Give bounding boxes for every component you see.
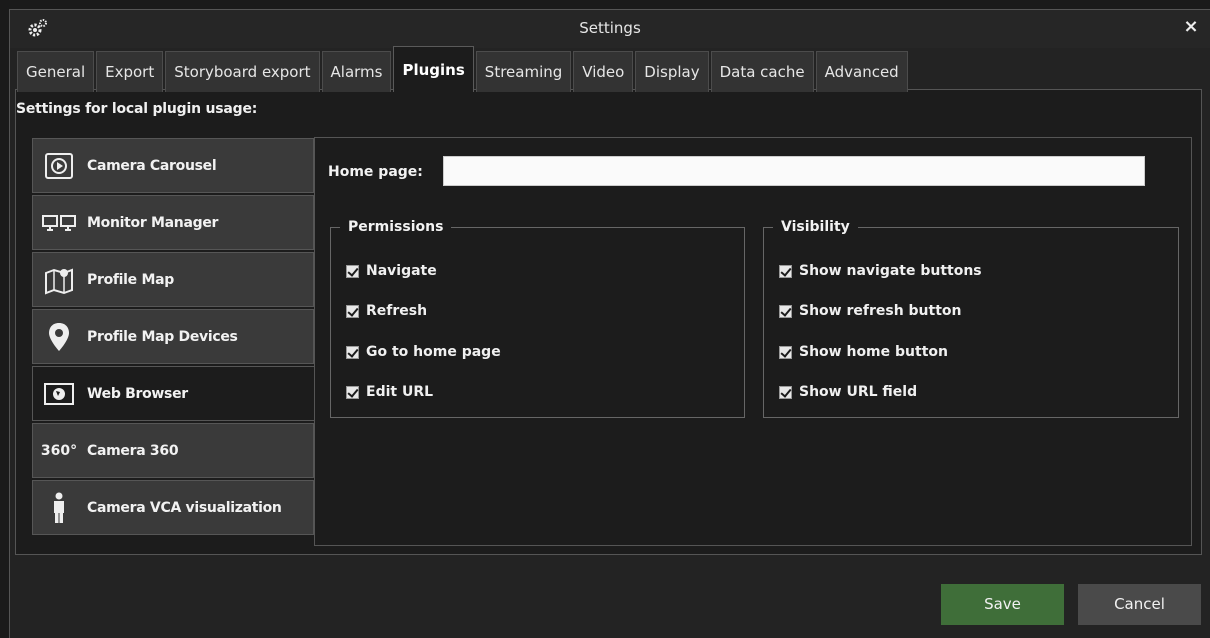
cancel-button[interactable]: Cancel <box>1078 584 1201 625</box>
go-to-home-page-checkbox[interactable]: Go to home page <box>346 344 501 360</box>
plugin-item-label: Profile Map <box>87 271 174 288</box>
tab-general[interactable]: General <box>17 51 95 92</box>
map-pin-icon <box>39 322 79 352</box>
permissions-legend: Permissions <box>340 219 452 235</box>
tab-export[interactable]: Export <box>96 51 164 92</box>
plugin-item-camera-vca-visualization[interactable]: Camera VCA visualization <box>32 480 314 535</box>
plugin-list: Camera Carousel Monitor Manager Profile … <box>32 138 316 537</box>
monitors-icon <box>39 208 79 238</box>
checkbox-label: Show navigate buttons <box>799 263 982 279</box>
plugin-item-web-browser[interactable]: Web Browser <box>32 366 316 421</box>
plugin-item-monitor-manager[interactable]: Monitor Manager <box>32 195 314 250</box>
checkbox-checked-icon <box>779 264 792 278</box>
checkbox-label: Refresh <box>366 303 428 319</box>
plugin-item-camera-carousel[interactable]: Camera Carousel <box>32 138 314 193</box>
plugin-item-label: Camera VCA visualization <box>87 499 282 516</box>
plugin-item-profile-map[interactable]: Profile Map <box>32 252 314 307</box>
plugin-item-label: Camera 360 <box>87 442 179 459</box>
checkbox-checked-icon <box>779 345 792 359</box>
checkbox-checked-icon <box>346 264 359 278</box>
show-refresh-button-checkbox[interactable]: Show refresh button <box>779 303 962 319</box>
tab-data-cache[interactable]: Data cache <box>710 51 814 92</box>
settings-tabs: General Export Storyboard export Alarms … <box>17 46 910 92</box>
plugin-item-label: Profile Map Devices <box>87 328 238 345</box>
tab-alarms[interactable]: Alarms <box>321 51 392 92</box>
checkbox-checked-icon <box>346 345 359 359</box>
camera-360-icon: 360° <box>40 442 78 459</box>
refresh-checkbox[interactable]: Refresh <box>346 303 427 319</box>
home-page-input[interactable] <box>443 156 1145 186</box>
show-url-field-checkbox[interactable]: Show URL field <box>779 384 917 400</box>
checkbox-label: Show home button <box>799 344 948 360</box>
checkbox-label: Show refresh button <box>799 303 962 319</box>
checkbox-label: Go to home page <box>366 344 501 360</box>
show-home-button-checkbox[interactable]: Show home button <box>779 344 948 360</box>
tab-video[interactable]: Video <box>573 51 634 92</box>
plugin-item-profile-map-devices[interactable]: Profile Map Devices <box>32 309 314 364</box>
tab-display[interactable]: Display <box>635 51 709 92</box>
window-title: Settings <box>579 19 641 37</box>
tab-plugins[interactable]: Plugins <box>393 46 474 92</box>
plugin-item-camera-360[interactable]: 360° Camera 360 <box>32 423 314 478</box>
checkbox-label: Navigate <box>366 263 437 279</box>
checkbox-checked-icon <box>779 304 792 318</box>
globe-icon <box>39 379 79 409</box>
close-icon[interactable]: × <box>1180 16 1202 38</box>
checkbox-checked-icon <box>779 385 792 399</box>
panel-heading: Settings for local plugin usage: <box>16 101 258 117</box>
navigate-checkbox[interactable]: Navigate <box>346 263 437 279</box>
edit-url-checkbox[interactable]: Edit URL <box>346 384 433 400</box>
checkbox-checked-icon <box>346 304 359 318</box>
save-button[interactable]: Save <box>941 584 1064 625</box>
tab-advanced[interactable]: Advanced <box>815 51 908 92</box>
checkbox-label: Edit URL <box>366 384 434 400</box>
title-bar: Settings × <box>10 10 1210 48</box>
carousel-icon <box>39 151 79 181</box>
person-icon <box>39 492 79 523</box>
tab-storyboard-export[interactable]: Storyboard export <box>165 51 320 92</box>
tab-streaming[interactable]: Streaming <box>475 51 572 92</box>
plugin-item-label: Web Browser <box>87 385 188 402</box>
home-page-label: Home page: <box>328 164 423 180</box>
checkbox-label: Show URL field <box>799 384 918 400</box>
plugin-item-label: Camera Carousel <box>87 157 217 174</box>
show-navigate-buttons-checkbox[interactable]: Show navigate buttons <box>779 263 982 279</box>
checkbox-checked-icon <box>346 385 359 399</box>
visibility-legend: Visibility <box>773 219 858 235</box>
plugin-item-label: Monitor Manager <box>87 214 219 231</box>
map-icon <box>39 265 79 295</box>
